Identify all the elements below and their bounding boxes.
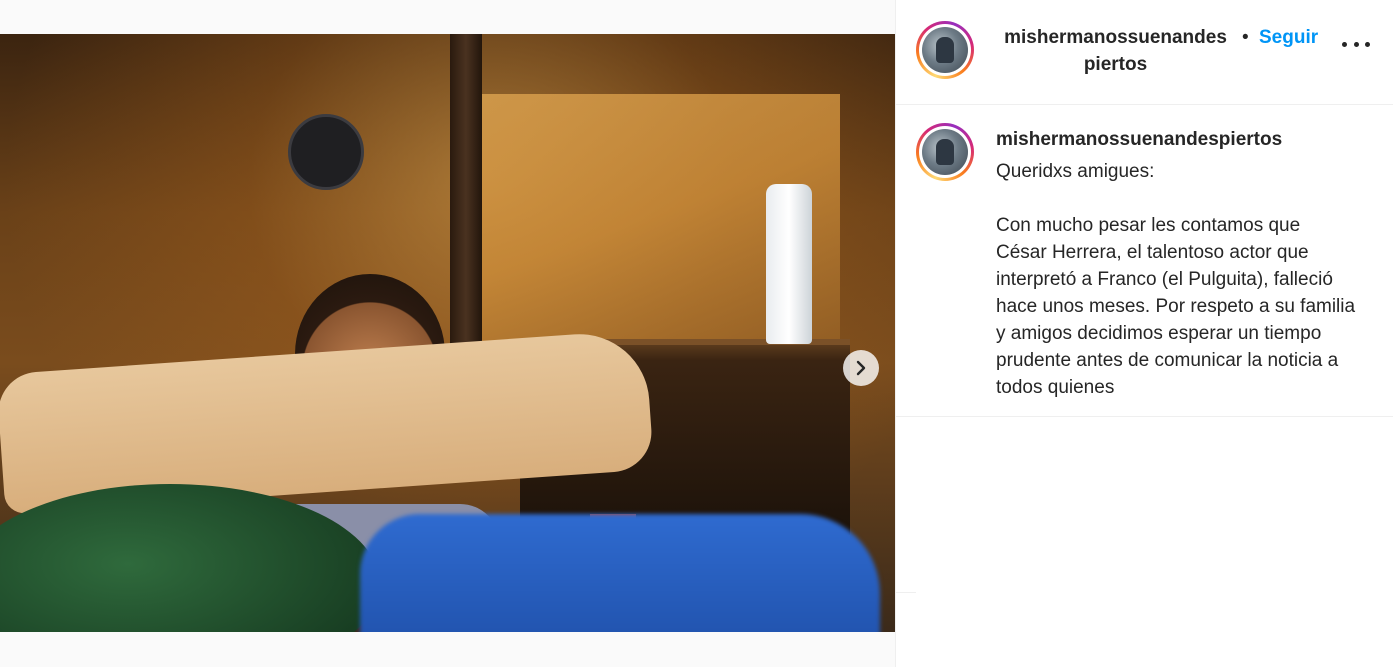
photo-bottle [766, 184, 812, 344]
post-header: mishermanossuenandes piertos • Seguir [896, 0, 1393, 105]
chevron-right-icon [856, 360, 866, 376]
caption-area[interactable]: mishermanossuenandespiertos Queridxs ami… [896, 105, 1393, 417]
carousel-next-button[interactable] [843, 350, 879, 386]
photo-wall-badge [288, 114, 364, 190]
follow-button[interactable]: Seguir [1259, 24, 1318, 51]
divider [896, 592, 916, 593]
avatar-image [922, 129, 968, 175]
header-username[interactable]: mishermanossuenandes piertos [998, 24, 1233, 78]
caption-avatar[interactable] [916, 123, 974, 181]
media-pane [0, 0, 895, 667]
avatar-image [922, 27, 968, 73]
post-sidebar: mishermanossuenandes piertos • Seguir mi… [895, 0, 1393, 667]
post-photo[interactable] [0, 34, 895, 632]
caption-text: Queridxs amigues: Con mucho pesar les co… [996, 161, 1356, 398]
avatar[interactable] [916, 21, 974, 79]
caption-username[interactable]: mishermanossuenandespiertos [996, 129, 1282, 151]
more-horizontal-icon [1342, 41, 1347, 47]
more-options-button[interactable] [1342, 34, 1370, 54]
header-separator: • [1242, 27, 1249, 48]
photo-blue-shirt [360, 514, 880, 632]
